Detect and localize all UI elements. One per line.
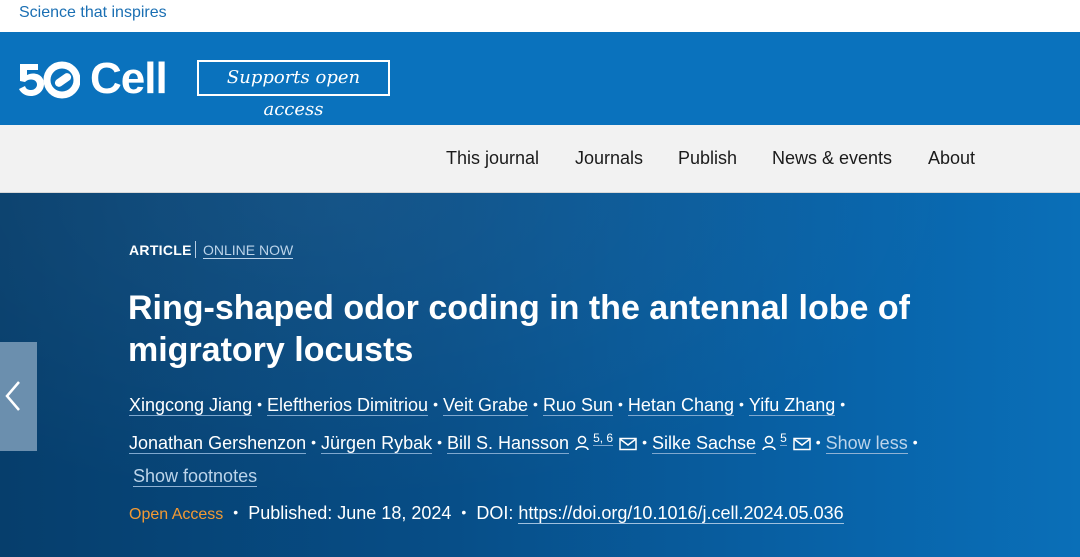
bullet: • [533,396,538,412]
previous-article-tab[interactable] [0,342,37,451]
author-link[interactable]: Yifu Zhang [748,395,836,416]
author-link[interactable]: Jonathan Gershenzon [129,433,307,454]
published-date: Published: June 18, 2024 [248,503,452,523]
mail-icon[interactable] [619,437,637,451]
bullet: • [437,434,443,450]
show-footnotes-link[interactable]: Show footnotes [133,466,258,487]
cell-logo-text[interactable]: Cell [90,54,168,104]
affiliation-sup[interactable]: 5 [780,431,787,446]
bullet: • [257,396,262,412]
title-line-2: migratory locusts [128,331,414,369]
affiliation-sup[interactable]: 5, 6 [593,431,614,446]
article-header: ARTICLE ONLINE NOW Ring-shaped odor codi… [0,193,1080,557]
tagline-bar: Science that inspires [0,0,1080,32]
title-line-1: Ring-shaped odor coding in the antennal … [128,289,910,327]
bullet: • [233,504,239,520]
author-link[interactable]: Silke Sachse [652,433,757,454]
author-link[interactable]: Ruo Sun [542,395,613,416]
author-list: Xingcong Jiang • Eleftherios Dimitriou • Vei… [129,388,1029,493]
bullet: • [433,396,438,412]
bullet: • [618,396,623,412]
nav-news-events[interactable]: News & events [772,148,892,169]
nav-journals[interactable]: Journals [575,148,643,169]
mail-icon[interactable] [793,437,811,451]
open-access-label: Open Access [129,506,224,523]
author-link[interactable]: Hetan Chang [627,395,734,416]
nav-about[interactable]: About [928,148,975,169]
author-link[interactable]: Xingcong Jiang [129,395,253,416]
bullet: • [815,434,821,450]
divider [195,241,196,258]
author-link[interactable]: Bill S. Hansson [447,433,570,454]
cell-50-logo[interactable] [18,56,80,100]
bullet: • [840,396,846,412]
publication-meta: Open Access • Published: June 18, 2024 •… [129,503,844,524]
show-less-link[interactable]: Show less [825,433,908,454]
author-link[interactable]: Veit Grabe [442,395,529,416]
bullet: • [311,434,317,450]
article-type: ARTICLE [129,242,192,258]
article-title: Ring-shaped odor coding in the antennal … [128,287,948,371]
bullet: • [642,434,647,450]
brand-header: Cell Supports open access [0,32,1080,125]
doi-label: DOI: [476,503,514,523]
tagline-link[interactable]: Science that inspires [19,4,167,22]
chevron-left-icon [5,381,20,411]
nav-publish[interactable]: Publish [678,148,737,169]
bullet: • [738,396,744,412]
person-icon[interactable] [575,435,589,451]
open-access-badge: Supports open access [197,60,390,120]
main-nav: This journal Journals Publish News & eve… [0,125,1080,193]
online-now-link[interactable]: ONLINE NOW [203,242,294,259]
nav-this-journal[interactable]: This journal [446,148,539,169]
author-link[interactable]: Eleftherios Dimitriou [267,395,429,416]
person-icon[interactable] [762,435,776,451]
doi-link[interactable]: https://doi.org/10.1016/j.cell.2024.05.0… [518,503,844,524]
bullet: • [461,504,467,520]
bullet: • [912,434,918,450]
author-link[interactable]: Jürgen Rybak [321,433,433,454]
